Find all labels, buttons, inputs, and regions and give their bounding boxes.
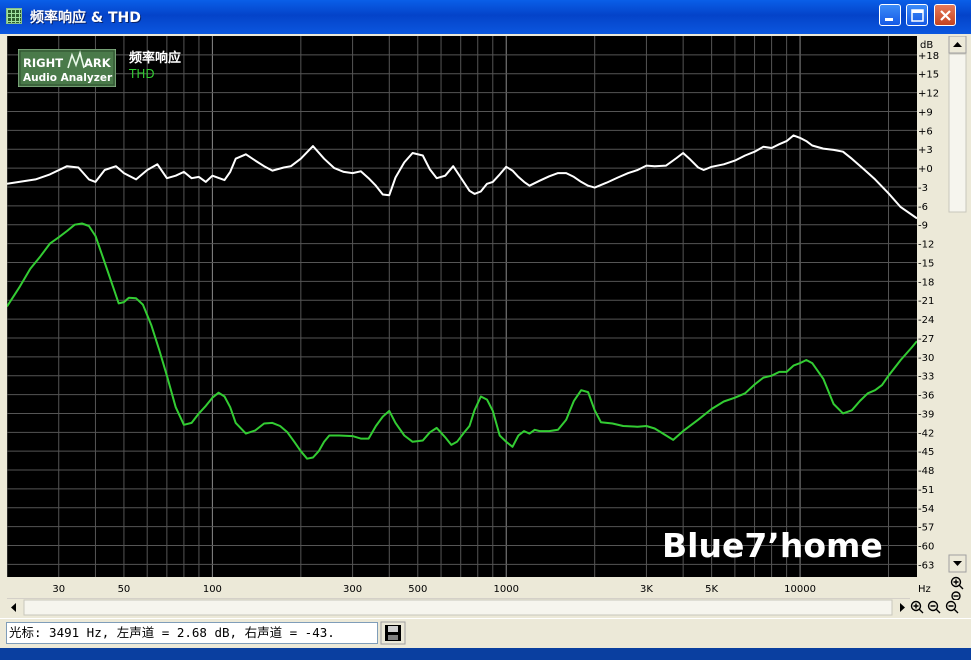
minimize-icon <box>885 18 893 21</box>
y-tick-label: +9 <box>918 107 933 118</box>
close-button[interactable] <box>934 4 956 26</box>
y-tick-label: -60 <box>918 542 934 553</box>
y-tick-label: -33 <box>918 372 934 383</box>
svg-text:RIGHT: RIGHT <box>23 56 63 70</box>
x-tick-label: 3K <box>640 584 653 595</box>
y-tick-label: +15 <box>918 70 939 81</box>
y-axis-labels: dB +18 +15 +12 +9 +6 +3 +0 -3 -6 -9 -12 -15 -18 -21 -2… <box>917 36 943 577</box>
x-tick-label: 100 <box>203 584 222 595</box>
x-tick-label: 10000 <box>784 584 816 595</box>
y-tick-label: -15 <box>918 258 934 269</box>
svg-text:Audio Analyzer: Audio Analyzer <box>23 72 113 84</box>
y-tick-label: +6 <box>918 126 933 137</box>
y-tick-label: -36 <box>918 391 934 402</box>
scroll-right-icon <box>900 603 905 612</box>
horizontal-scroll-thumb <box>23 599 893 616</box>
y-tick-label: -24 <box>918 315 934 326</box>
y-tick-label: -57 <box>918 523 934 534</box>
zoom-in-x-icon <box>910 600 924 614</box>
y-tick-label: -6 <box>918 202 928 213</box>
y-tick-label: -27 <box>918 334 934 345</box>
y-tick-label: -9 <box>918 221 928 232</box>
vertical-scroll-thumb <box>948 53 967 213</box>
x-tick-label: 300 <box>343 584 362 595</box>
watermark-text: Blue7’home <box>662 526 883 565</box>
y-tick-label: +12 <box>918 89 939 100</box>
save-button[interactable] <box>380 621 406 645</box>
x-tick-label: 500 <box>408 584 427 595</box>
y-tick-label: -54 <box>918 504 934 515</box>
cursor-readout: 光标: 3491 Hz, 左声道 = 2.68 dB, 右声道 = -43. <box>6 622 378 644</box>
y-tick-label: +0 <box>918 164 933 175</box>
y-tick-label: -63 <box>918 560 934 571</box>
horizontal-scrollbar[interactable] <box>7 598 910 616</box>
x-tick-label: 30 <box>52 584 65 595</box>
y-tick-label: -3 <box>918 183 928 194</box>
close-icon <box>940 10 951 21</box>
window-title: 频率响应 & THD <box>30 10 141 26</box>
rightmark-logo: RIGHT ARK Audio Analyzer <box>18 49 116 87</box>
vertical-scrollbar[interactable] <box>946 36 968 600</box>
x-axis-labels: Hz 30 50 100 300 500 1000 3K 5K 10000 <box>52 584 931 595</box>
y-tick-label: -21 <box>918 296 934 307</box>
x-tick-label: 50 <box>118 584 131 595</box>
y-tick-label: -42 <box>918 428 934 439</box>
y-tick-label: -51 <box>918 485 934 496</box>
zoom-out-x-icon <box>945 600 959 614</box>
maximize-icon <box>911 9 924 22</box>
scroll-left-icon <box>11 603 16 612</box>
y-tick-label: +18 <box>918 51 939 62</box>
zoom-mid-icon <box>927 600 941 614</box>
app-grid-icon <box>6 8 22 24</box>
taskbar-strip <box>0 648 971 660</box>
y-tick-label: -12 <box>918 240 934 251</box>
legend-fr-label: 频率响应 <box>129 50 181 66</box>
y-unit-label: dB <box>920 40 933 51</box>
legend-thd-label: THD <box>128 67 155 81</box>
minimize-button[interactable] <box>879 4 901 26</box>
y-tick-label: +3 <box>918 145 933 156</box>
x-tick-label: 1000 <box>494 584 519 595</box>
y-tick-label: -48 <box>918 466 934 477</box>
thd-series-line <box>7 222 917 460</box>
y-tick-label: -18 <box>918 277 934 288</box>
maximize-button[interactable] <box>906 4 928 26</box>
zoom-in-icon <box>950 576 964 590</box>
y-tick-label: -39 <box>918 409 934 420</box>
svg-text:ARK: ARK <box>84 56 112 70</box>
x-unit-label: Hz <box>918 584 931 595</box>
frequency-response-chart[interactable]: 频率响应 THD Blue7’home <box>7 36 917 577</box>
title-bar: 频率响应 & THD <box>0 0 971 34</box>
y-tick-label: -30 <box>918 353 934 364</box>
x-tick-label: 5K <box>705 584 718 595</box>
floppy-disk-icon <box>385 625 401 641</box>
zoom-controls[interactable] <box>908 599 970 616</box>
y-tick-label: -45 <box>918 447 934 458</box>
